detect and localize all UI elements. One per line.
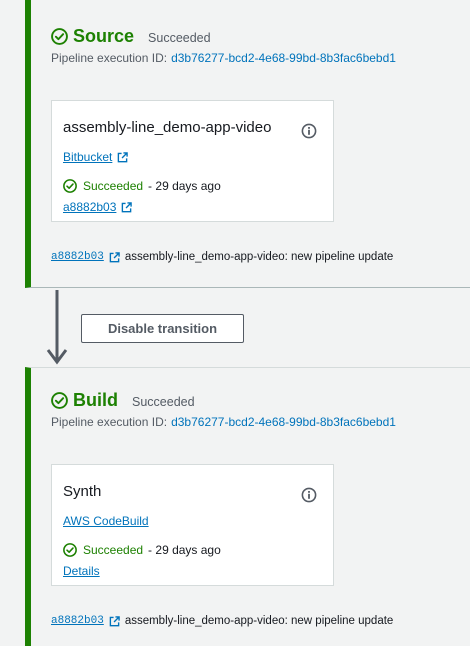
execution-id-link[interactable]: d3b76277-bcd2-4e68-99bd-8b3fac6bebd1 [171, 51, 396, 65]
action-name: Synth [63, 483, 102, 500]
execution-id-line: Pipeline execution ID: d3b76277-bcd2-4e68… [51, 415, 396, 429]
details-label: Details [63, 564, 100, 578]
action-status-row: Succeeded - 29 days ago [63, 179, 221, 193]
commit-message: assembly-line_demo-app-video: new pipeli… [124, 615, 394, 627]
action-name: assembly-line_demo-app-video [63, 119, 272, 136]
execution-id-label: Pipeline execution ID: [51, 415, 168, 429]
action-time-value: 29 days ago [155, 543, 221, 557]
revision-link[interactable]: a8882b03 [63, 200, 133, 214]
success-check-icon [63, 543, 77, 557]
stage-status: Succeeded [132, 394, 195, 409]
action-status: Succeeded [83, 179, 144, 193]
provider-link[interactable]: Bitbucket [63, 150, 129, 164]
provider-link[interactable]: AWS CodeBuild [63, 514, 149, 528]
commit-message: assembly-line_demo-app-video: new pipeli… [124, 251, 394, 263]
success-check-icon [63, 179, 77, 193]
action-card-source: assembly-line_demo-app-video Bitbucket S… [51, 100, 334, 222]
action-time-value: 29 days ago [155, 179, 221, 193]
stage-title: Build [73, 390, 118, 410]
execution-id-line: Pipeline execution ID: d3b76277-bcd2-4e68… [51, 51, 396, 65]
stage-status: Succeeded [148, 30, 211, 45]
arrow-down-icon [46, 290, 68, 365]
stage-source-header: Source Succeeded [51, 26, 211, 47]
info-icon[interactable] [301, 487, 317, 503]
stage-title: Source [73, 26, 135, 46]
commit-hash-link[interactable]: a8882b03 [51, 251, 104, 263]
external-link-icon [122, 201, 133, 212]
provider-label: AWS CodeBuild [63, 514, 149, 528]
disable-transition-button[interactable]: Disable transition [81, 314, 244, 343]
action-time: - 29 days ago [148, 543, 221, 557]
execution-id-label: Pipeline execution ID: [51, 51, 168, 65]
provider-label: Bitbucket [63, 150, 113, 164]
action-status-row: Succeeded - 29 days ago [63, 543, 221, 557]
info-icon[interactable] [301, 123, 317, 139]
action-status: Succeeded [83, 543, 144, 557]
external-link-icon [118, 151, 129, 162]
execution-id-link[interactable]: d3b76277-bcd2-4e68-99bd-8b3fac6bebd1 [171, 415, 396, 429]
commit-row: a8882b03 assembly-line_demo-app-video: n… [51, 251, 393, 263]
stage-build: Build Succeeded Pipeline execution ID: d3… [25, 367, 470, 646]
success-check-icon [51, 392, 68, 409]
external-link-icon[interactable] [109, 615, 120, 627]
commit-row: a8882b03 assembly-line_demo-app-video: n… [51, 615, 393, 627]
external-link-icon[interactable] [109, 251, 120, 263]
details-link[interactable]: Details [63, 564, 100, 578]
revision-label: a8882b03 [63, 200, 117, 214]
action-card-build: Synth AWS CodeBuild Succeeded - 29 days … [51, 464, 334, 586]
stage-build-header: Build Succeeded [51, 390, 195, 411]
success-check-icon [51, 28, 68, 45]
action-time: - 29 days ago [148, 179, 221, 193]
commit-hash-link[interactable]: a8882b03 [51, 615, 104, 627]
stage-source: Source Succeeded Pipeline execution ID: d… [25, 0, 470, 288]
